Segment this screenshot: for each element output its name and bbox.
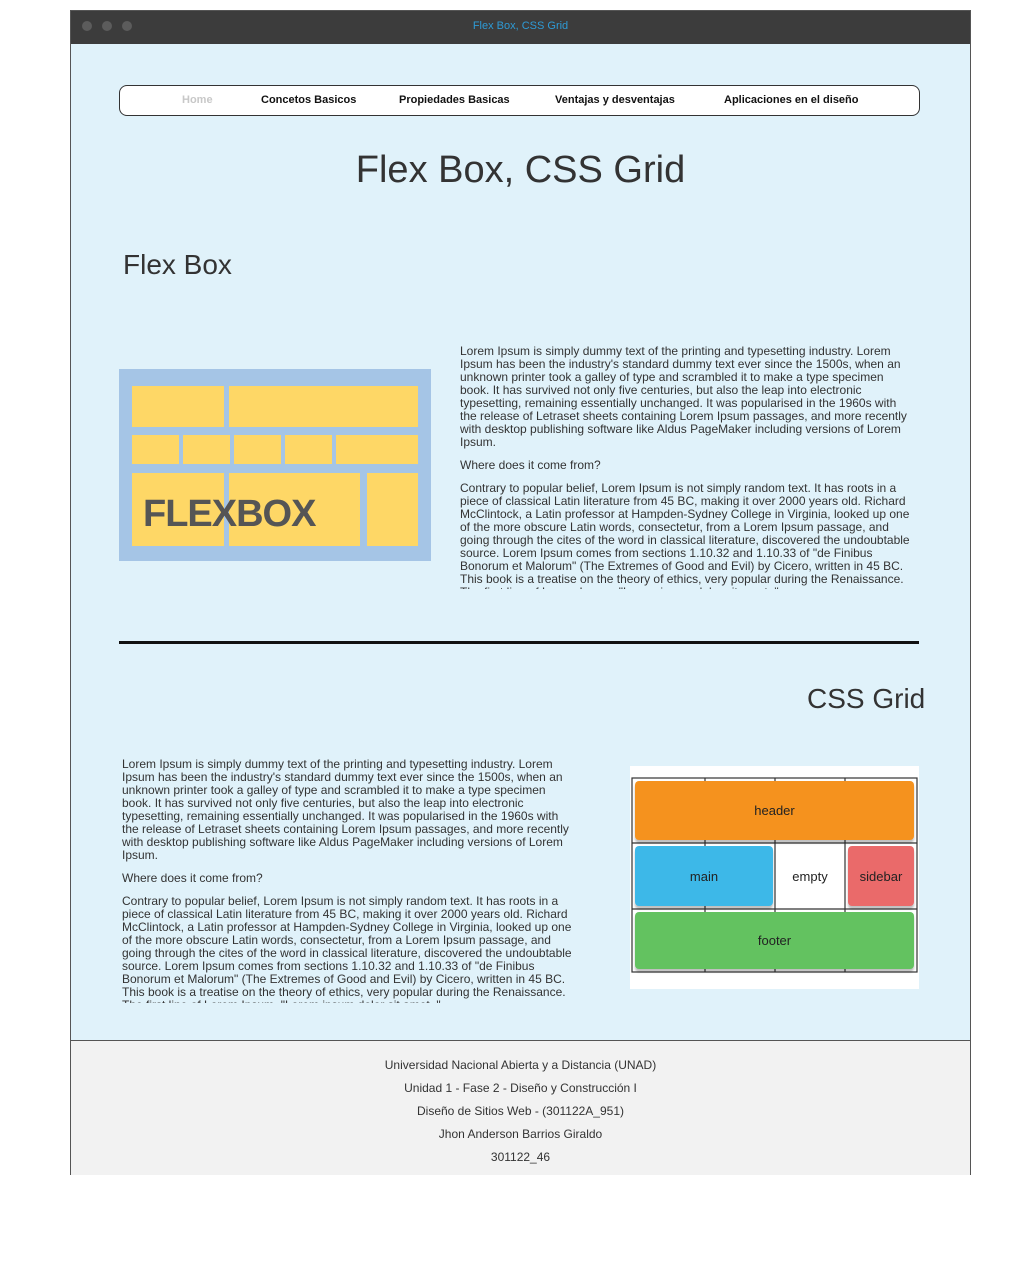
cssgrid-image: header main empty sidebar footer — [630, 766, 919, 989]
cssgrid-question: Where does it come from? — [122, 871, 263, 885]
flexbox-image-label: FLEXBOX — [143, 493, 316, 535]
flexbox-text: Lorem Ipsum is simply dummy text of the … — [460, 345, 916, 589]
footer-group: 301122_46 — [490, 1150, 551, 1164]
flexbox-question: Where does it come from? — [460, 458, 601, 472]
flexbox-image: FLEXBOX — [119, 369, 431, 561]
grid-cell-header: header — [635, 781, 914, 840]
cssgrid-paragraph-1: Lorem Ipsum is simply dummy text of the … — [122, 758, 569, 862]
nav-home[interactable]: Home — [182, 94, 213, 106]
flexbox-paragraph-1: Lorem Ipsum is simply dummy text of the … — [460, 345, 907, 449]
page-footer: Universidad Nacional Abierta y a Distanc… — [71, 1040, 970, 1175]
cssgrid-heading: CSS Grid — [807, 683, 926, 714]
main-nav: Home Concetos Basicos Propiedades Basica… — [119, 85, 920, 116]
section-divider — [119, 641, 919, 644]
browser-window: Flex Box, CSS Grid Home Concetos Basicos… — [70, 10, 971, 1175]
flexbox-paragraph-2: Contrary to popular belief, Lorem Ipsum … — [460, 481, 910, 590]
grid-cell-sidebar: sidebar — [848, 846, 914, 906]
grid-cell-footer: footer — [635, 912, 914, 969]
footer-course: Diseño de Sitios Web - (301122A_951) — [416, 1104, 624, 1118]
nav-conceptos-basicos[interactable]: Concetos Basicos — [261, 94, 356, 106]
footer-author: Jhon Anderson Barrios Giraldo — [438, 1127, 603, 1141]
grid-cell-empty: empty — [777, 846, 843, 906]
footer-unit: Unidad 1 - Fase 2 - Diseño y Construcció… — [404, 1081, 637, 1095]
nav-aplicaciones[interactable]: Aplicaciones en el diseño — [724, 94, 859, 106]
nav-propiedades-basicas[interactable]: Propiedades Basicas — [399, 94, 510, 106]
flexbox-heading: Flex Box — [123, 249, 232, 280]
page-title: Flex Box, CSS Grid — [355, 149, 686, 191]
footer-university: Universidad Nacional Abierta y a Distanc… — [384, 1058, 657, 1072]
cssgrid-text: Lorem Ipsum is simply dummy text of the … — [122, 758, 578, 1003]
window-title: Flex Box, CSS Grid — [472, 20, 569, 32]
grid-cell-main: main — [635, 846, 773, 906]
nav-ventajas-desventajas[interactable]: Ventajas y desventajas — [555, 94, 675, 106]
cssgrid-paragraph-2: Contrary to popular belief, Lorem Ipsum … — [122, 894, 572, 1004]
title-bar: Flex Box, CSS Grid — [71, 11, 970, 44]
